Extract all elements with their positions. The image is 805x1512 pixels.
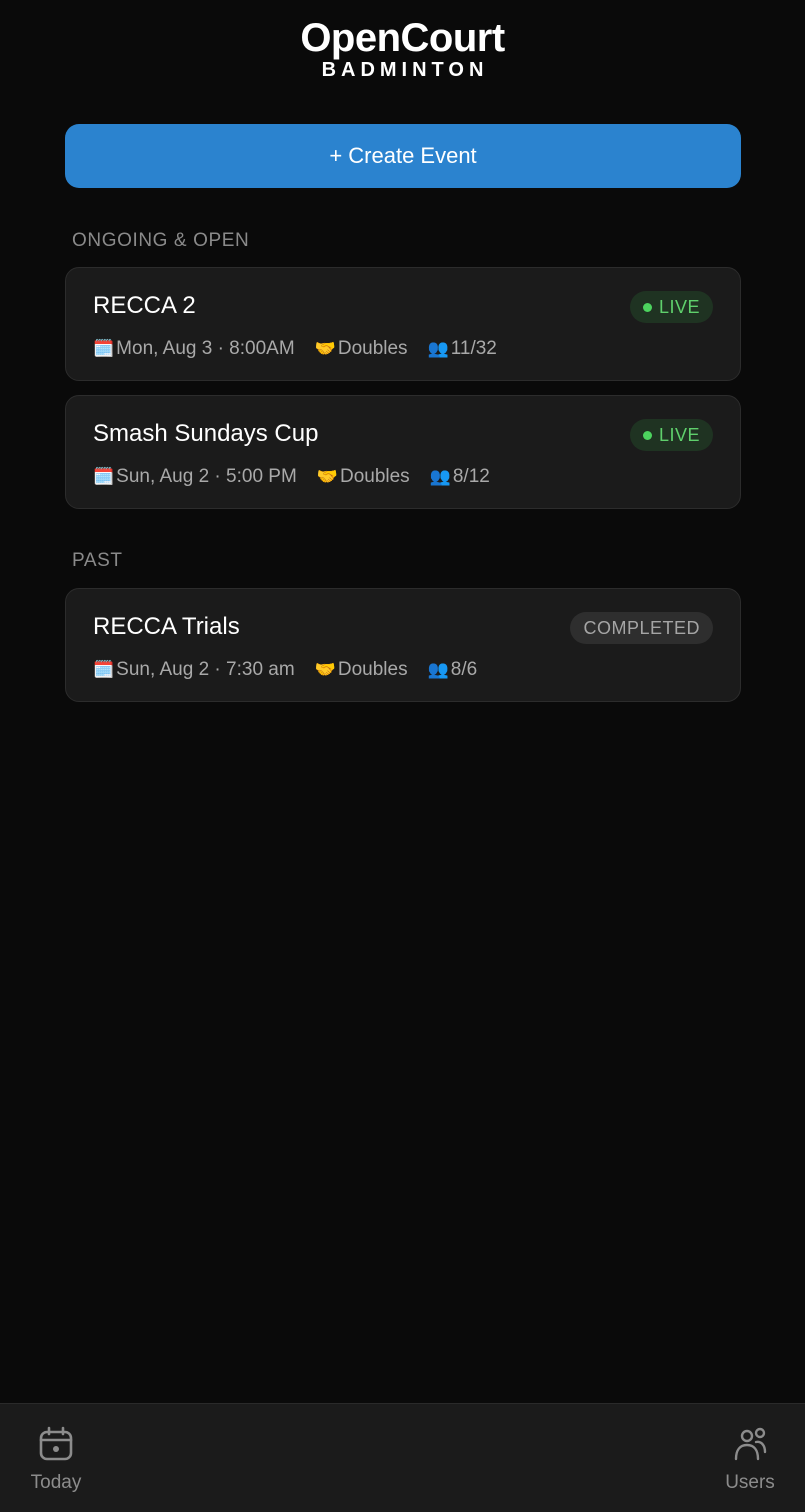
event-date-text: Sun, Aug 2 · 5:00 PM — [116, 466, 297, 487]
status-badge: LIVE — [629, 419, 713, 451]
tab-label: Users — [725, 1472, 775, 1493]
event-players: 👥 8/12 — [430, 466, 490, 488]
event-format-text: Doubles — [337, 338, 408, 359]
brand-name: OpenCourt — [300, 16, 505, 60]
status-label: COMPLETED — [583, 617, 700, 638]
calendar-icon — [39, 1426, 73, 1461]
event-format-text: Doubles — [339, 466, 410, 487]
event-date: 🗓️ Sun, Aug 2 · 7:30 am — [93, 659, 295, 681]
live-dot-icon — [642, 430, 652, 440]
handshake-emoji-icon: 🤝 — [316, 467, 338, 486]
busts-emoji-icon: 👥 — [427, 660, 449, 679]
calendar-emoji-icon: 🗓️ — [93, 339, 115, 358]
event-card-smash-sundays-cup[interactable]: Smash Sundays Cup LIVE 🗓️ Sun, Aug 2 · 5… — [65, 395, 741, 509]
calendar-emoji-icon: 🗓️ — [93, 467, 115, 486]
create-event-button[interactable]: + Create Event — [65, 124, 741, 188]
section-title-ongoing: ONGOING & OPEN — [72, 230, 250, 251]
event-meta: 🗓️ Mon, Aug 3 · 8:00AM 🤝 Doubles 👥 11/32 — [93, 338, 497, 360]
tab-users[interactable]: Users — [712, 1404, 788, 1512]
calendar-emoji-icon: 🗓️ — [93, 660, 115, 679]
status-label: LIVE — [658, 296, 700, 317]
tab-label: Today — [30, 1472, 82, 1493]
event-meta: 🗓️ Sun, Aug 2 · 7:30 am 🤝 Doubles 👥 8/6 — [93, 659, 477, 681]
event-players-text: 11/32 — [450, 338, 497, 359]
app-logo: OpenCourt BADMINTON — [0, 18, 805, 82]
event-card-recca-2[interactable]: RECCA 2 LIVE 🗓️ Mon, Aug 3 · 8:00AM 🤝 Do… — [65, 267, 741, 381]
status-label: LIVE — [658, 424, 700, 445]
busts-emoji-icon: 👥 — [427, 339, 449, 358]
users-icon — [734, 1427, 767, 1461]
event-format-text: Doubles — [337, 659, 408, 680]
event-title: Smash Sundays Cup — [93, 420, 319, 447]
event-date: 🗓️ Mon, Aug 3 · 8:00AM — [93, 338, 295, 360]
event-players-text: 8/6 — [450, 659, 478, 680]
section-title-past: PAST — [72, 550, 123, 571]
event-meta: 🗓️ Sun, Aug 2 · 5:00 PM 🤝 Doubles 👥 8/12 — [93, 466, 490, 488]
live-dot-icon — [642, 302, 652, 312]
event-players: 👥 8/6 — [428, 659, 478, 681]
event-card-recca-trials[interactable]: RECCA Trials COMPLETED 🗓️ Sun, Aug 2 · 7… — [65, 588, 741, 702]
event-date: 🗓️ Sun, Aug 2 · 5:00 PM — [93, 466, 297, 488]
event-date-text: Mon, Aug 3 · 8:00AM — [116, 338, 295, 359]
event-title: RECCA Trials — [93, 613, 240, 640]
event-date-text: Sun, Aug 2 · 7:30 am — [116, 659, 295, 680]
event-format: 🤝 Doubles — [317, 466, 410, 488]
status-badge: LIVE — [629, 291, 713, 323]
handshake-emoji-icon: 🤝 — [314, 339, 336, 358]
event-players-text: 8/12 — [452, 466, 490, 487]
events-screen: OpenCourt BADMINTON + Create Event ONGOI… — [0, 0, 805, 1512]
event-players: 👥 11/32 — [428, 338, 497, 360]
tab-today[interactable]: Today — [18, 1404, 94, 1512]
busts-emoji-icon: 👥 — [429, 467, 451, 486]
event-title: RECCA 2 — [93, 292, 196, 319]
bottom-tab-bar: Today Users — [0, 1403, 805, 1512]
brand-subtitle: BADMINTON — [321, 59, 489, 81]
event-format: 🤝 Doubles — [315, 338, 408, 360]
status-badge: COMPLETED — [570, 612, 713, 644]
handshake-emoji-icon: 🤝 — [314, 660, 336, 679]
event-format: 🤝 Doubles — [315, 659, 408, 681]
